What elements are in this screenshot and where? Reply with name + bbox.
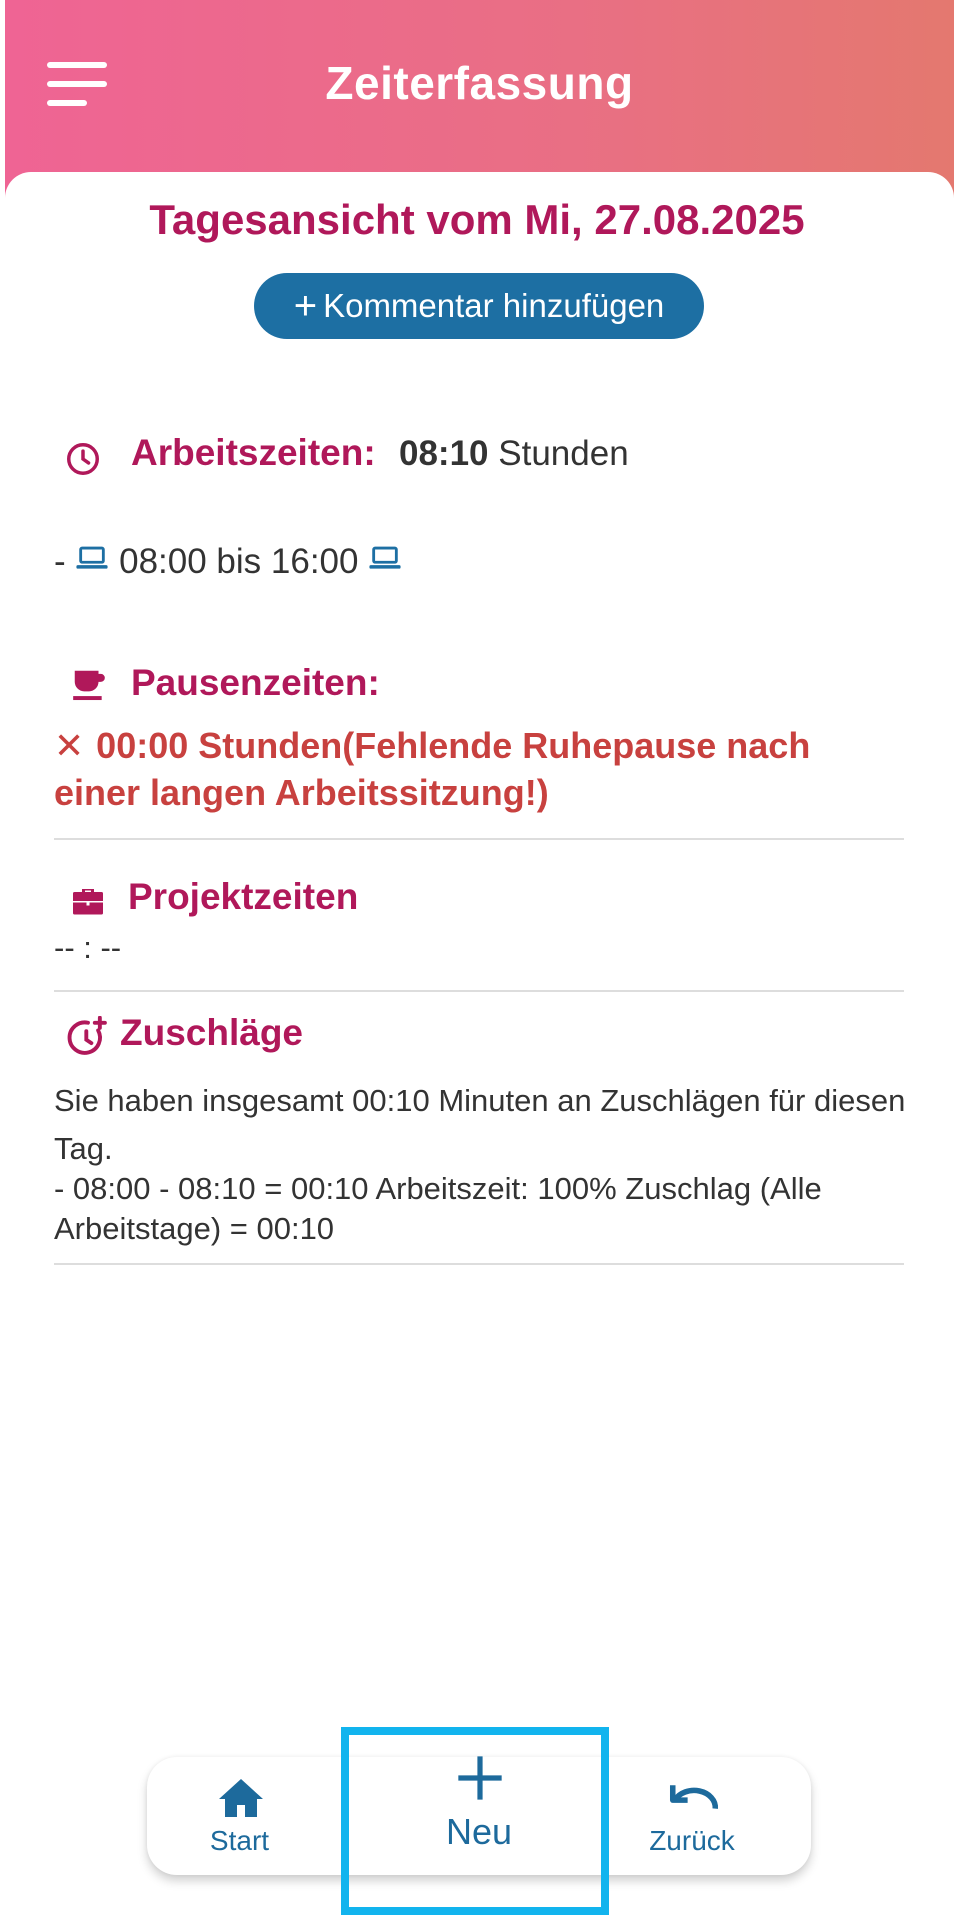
page-title: Zeiterfassung bbox=[325, 57, 634, 109]
work-times-label: Arbeitszeiten: bbox=[131, 432, 376, 473]
laptop-icon bbox=[76, 546, 108, 569]
work-hours-number: 08:10 bbox=[399, 434, 489, 473]
break-warning: ✕ 00:00 Stunden(Fehlende Ruhepause nach e… bbox=[54, 722, 914, 816]
surcharges-label: Zuschläge bbox=[120, 1012, 303, 1053]
day-view-title: Tagesansicht vom Mi, 27.08.2025 bbox=[149, 196, 805, 243]
briefcase-icon bbox=[73, 889, 103, 915]
nav-back-button[interactable]: Zurück bbox=[617, 1757, 767, 1875]
entry-time-range: 08:00 bis 16:00 bbox=[119, 542, 359, 581]
divider bbox=[54, 1263, 904, 1265]
highlight-box bbox=[341, 1727, 609, 1915]
surcharges-summary: Sie haben insgesamt 00:10 Minuten an Zus… bbox=[54, 1083, 906, 1166]
break-times-label: Pausenzeiten: bbox=[131, 662, 380, 703]
project-times-label: Projektzeiten bbox=[128, 876, 359, 917]
clock-icon bbox=[67, 443, 99, 475]
project-times-value: -- : -- bbox=[54, 930, 122, 965]
undo-arrow-icon bbox=[669, 1785, 719, 1809]
add-comment-label: Kommentar hinzufügen bbox=[323, 287, 665, 324]
coffee-cup-icon bbox=[73, 670, 105, 701]
surcharges-detail: - 08:00 - 08:10 = 00:10 Arbeitszeit: 100… bbox=[54, 1171, 822, 1246]
break-warning-line1: ✕ 00:00 Stunden(Fehlende Ruhepause nach bbox=[54, 725, 811, 766]
nav-start-button[interactable]: Start bbox=[167, 1757, 312, 1875]
close-x-icon: ✕ bbox=[54, 725, 85, 766]
divider bbox=[54, 990, 904, 992]
plus-icon: + bbox=[293, 284, 318, 328]
clock-plus-icon bbox=[67, 1016, 107, 1055]
home-icon bbox=[219, 1779, 263, 1817]
work-hours-value: 08:10 Stunden bbox=[399, 434, 629, 474]
add-comment-button[interactable]: + Kommentar hinzufügen bbox=[254, 273, 704, 339]
work-hours-unit: Stunden bbox=[498, 434, 629, 473]
entry-prefix: - bbox=[54, 542, 66, 581]
nav-back-label: Zurück bbox=[649, 1825, 735, 1856]
surcharges-info: Sie haben insgesamt 00:10 Minuten an Zus… bbox=[54, 1077, 914, 1249]
work-entry[interactable]: - 08:00 bis 16:00 bbox=[54, 542, 402, 582]
nav-start-label: Start bbox=[209, 1825, 270, 1856]
divider bbox=[54, 838, 904, 840]
break-warning-line2: einer langen Arbeitssitzung!) bbox=[54, 772, 549, 813]
laptop-icon bbox=[369, 546, 401, 569]
